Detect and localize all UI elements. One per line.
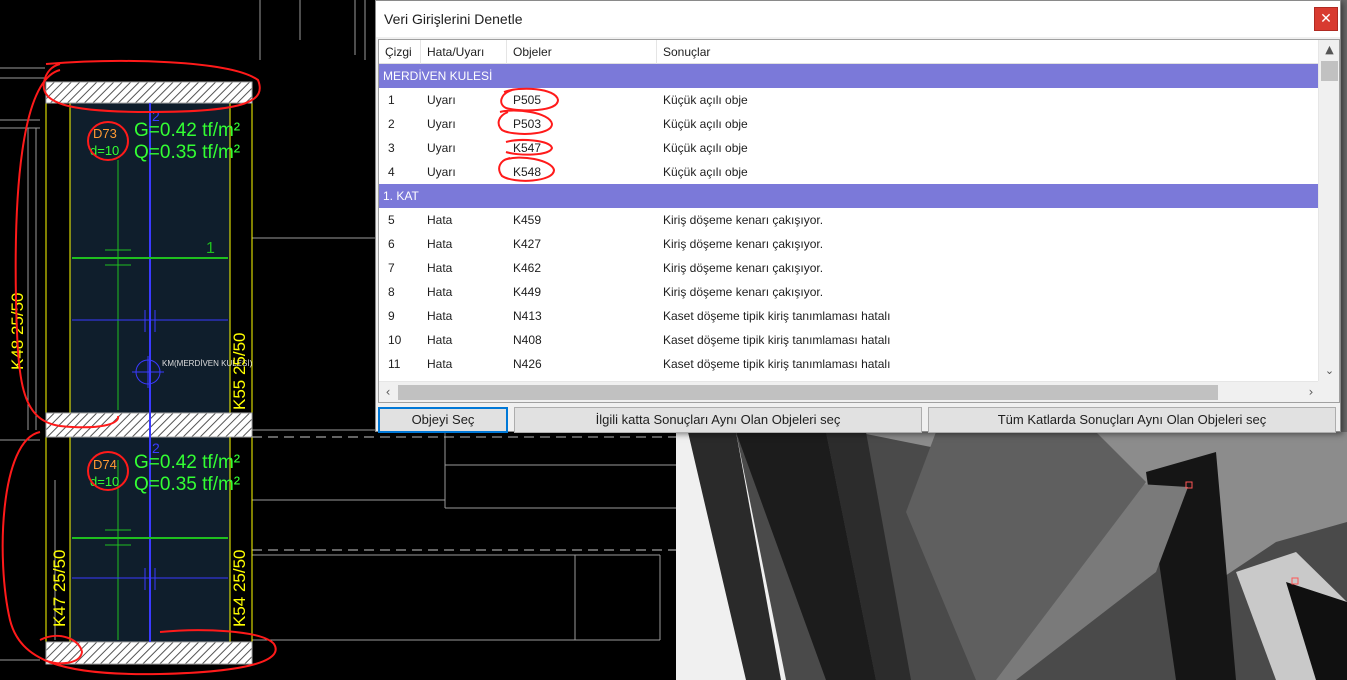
result-row[interactable]: 9 Hata N413 Kaset döşeme tipik kiriş tanıml…: [379, 304, 1319, 328]
row-line-number: 1: [388, 93, 395, 107]
row-result: Küçük açılı obje: [663, 93, 748, 107]
row-line-number: 8: [388, 285, 395, 299]
scroll-up-icon[interactable]: ▲: [1319, 40, 1339, 60]
row-line-number: 4: [388, 165, 395, 179]
row-object: K462: [513, 261, 542, 275]
horizontal-scrollbar[interactable]: ‹ ›: [379, 381, 1320, 402]
row-type: Uyarı: [427, 93, 456, 107]
result-row[interactable]: 10 Hata N408 Kaset döşeme tipik kiriş tanım…: [379, 328, 1319, 352]
select-same-floor-button[interactable]: İlgili katta Sonuçları Aynı Olan Objeler…: [514, 407, 922, 433]
result-row[interactable]: 6 Hata K427 Kiriş döşeme kenarı çakışıyor.: [379, 232, 1319, 256]
group-row[interactable]: MERDİVEN KULESİ: [379, 64, 1319, 88]
row-object: N426: [513, 357, 542, 371]
row-line-number: 10: [388, 333, 402, 347]
row-type: Hata: [427, 309, 453, 323]
result-row[interactable]: 4 Uyarı K548 Küçük açılı obje: [379, 160, 1319, 184]
row-result: Kiriş döşeme kenarı çakışıyor.: [663, 213, 824, 227]
landing-number: 1: [206, 240, 215, 257]
row-result: Küçük açılı obje: [663, 117, 748, 131]
slab-d74-q-load: Q=0.35 tf/m²: [134, 474, 241, 495]
list-rows: MERDİVEN KULESİ 1 Uyarı P505 Küçük açılı obj…: [379, 64, 1319, 376]
slab-d73-id: D73: [93, 126, 117, 141]
row-result: Kaset döşeme tipik kiriş tanımlaması hat…: [663, 333, 891, 347]
row-type: Hata: [427, 261, 453, 275]
column-header-line[interactable]: Çizgi: [379, 40, 421, 64]
3d-model-view[interactable]: [676, 432, 1347, 680]
row-object: P505: [513, 93, 542, 107]
result-row[interactable]: 5 Hata K459 Kiriş döşeme kenarı çakışıyor.: [379, 208, 1319, 232]
scroll-down-icon[interactable]: ⌄: [1319, 361, 1339, 381]
row-result: Kaset döşeme tipik kiriş tanımlaması hat…: [663, 357, 891, 371]
slab-d74-id: D74: [93, 457, 117, 472]
result-row[interactable]: 8 Hata K449 Kiriş döşeme kenarı çakışıyor.: [379, 280, 1319, 304]
row-result: Kaset döşeme tipik kiriş tanımlaması hat…: [663, 309, 891, 323]
close-button[interactable]: ✕: [1314, 7, 1338, 31]
beam-label-k54: K54 25/50: [230, 549, 249, 627]
data-check-dialog: Veri Girişlerini Denetle ✕ Çizgi Hata/Uy…: [375, 0, 1341, 433]
group-row[interactable]: 1. KAT: [379, 184, 1319, 208]
row-line-number: 2: [388, 117, 395, 131]
result-row[interactable]: 7 Hata K462 Kiriş döşeme kenarı çakışıyor.: [379, 256, 1319, 280]
row-object: P503: [513, 117, 542, 131]
vertical-scroll-thumb[interactable]: [1321, 61, 1338, 81]
select-object-button[interactable]: Objeyi Seç: [378, 407, 508, 433]
row-type: Hata: [427, 333, 453, 347]
row-line-number: 7: [388, 261, 395, 275]
row-object: K547: [513, 141, 542, 155]
slab-d73-g-load: G=0.42 tf/m²: [134, 120, 241, 141]
row-type: Uyarı: [427, 141, 456, 155]
row-line-number: 6: [388, 237, 395, 251]
row-object: K427: [513, 237, 542, 251]
row-result: Kiriş döşeme kenarı çakışıyor.: [663, 285, 824, 299]
column-header-results[interactable]: Sonuçlar: [657, 40, 1319, 64]
row-type: Uyarı: [427, 165, 456, 179]
stair-number-1: 2: [152, 108, 160, 124]
row-object: N413: [513, 309, 542, 323]
row-type: Uyarı: [427, 117, 456, 131]
row-object: K548: [513, 165, 542, 179]
horizontal-scroll-thumb[interactable]: [398, 385, 1218, 400]
row-type: Hata: [427, 357, 453, 371]
row-line-number: 9: [388, 309, 395, 323]
row-result: Küçük açılı obje: [663, 165, 748, 179]
beam-label-k47: K47 25/50: [50, 549, 69, 627]
results-list[interactable]: Çizgi Hata/Uyarı Objeler Sonuçlar MERDİV…: [378, 39, 1340, 403]
row-type: Hata: [427, 237, 453, 251]
slab-d73-q-load: Q=0.35 tf/m²: [134, 142, 241, 163]
list-header: Çizgi Hata/Uyarı Objeler Sonuçlar: [379, 40, 1319, 64]
3d-render: [676, 432, 1347, 680]
dialog-title: Veri Girişlerini Denetle: [384, 11, 523, 27]
row-object: N408: [513, 333, 542, 347]
right-edge-panel: [1340, 0, 1347, 432]
beam-label-k55: K55 25/50: [230, 332, 249, 410]
result-row[interactable]: 1 Uyarı P505 Küçük açılı obje: [379, 88, 1319, 112]
dialog-titlebar[interactable]: Veri Girişlerini Denetle ✕: [376, 1, 1340, 37]
column-header-type[interactable]: Hata/Uyarı: [421, 40, 507, 64]
row-line-number: 11: [388, 357, 401, 371]
column-header-objects[interactable]: Objeler: [507, 40, 657, 64]
row-result: Küçük açılı obje: [663, 141, 748, 155]
scroll-left-icon[interactable]: ‹: [379, 382, 397, 402]
result-row[interactable]: 2 Uyarı P503 Küçük açılı obje: [379, 112, 1319, 136]
row-line-number: 5: [388, 213, 395, 227]
result-row[interactable]: 3 Uyarı K547 Küçük açılı obje: [379, 136, 1319, 160]
stair-number-2: 2: [152, 440, 160, 456]
vertical-scrollbar[interactable]: ▲ ⌄: [1318, 40, 1339, 381]
slab-d74-thickness: d=10: [90, 474, 120, 489]
row-object: K459: [513, 213, 542, 227]
beam-label-k48: K48 25/50: [8, 292, 27, 370]
row-line-number: 3: [388, 141, 395, 155]
row-type: Hata: [427, 213, 453, 227]
row-result: Kiriş döşeme kenarı çakışıyor.: [663, 237, 824, 251]
slab-d74-g-load: G=0.42 tf/m²: [134, 452, 241, 473]
row-type: Hata: [427, 285, 453, 299]
result-row[interactable]: 11 Hata N426 Kaset döşeme tipik kiriş tanım…: [379, 352, 1319, 376]
select-all-floors-button[interactable]: Tüm Katlarda Sonuçları Aynı Olan Objeler…: [928, 407, 1336, 433]
slab-d73-thickness: d=10: [90, 143, 120, 158]
scroll-corner: [1318, 381, 1339, 402]
row-result: Kiriş döşeme kenarı çakışıyor.: [663, 261, 824, 275]
row-object: K449: [513, 285, 542, 299]
